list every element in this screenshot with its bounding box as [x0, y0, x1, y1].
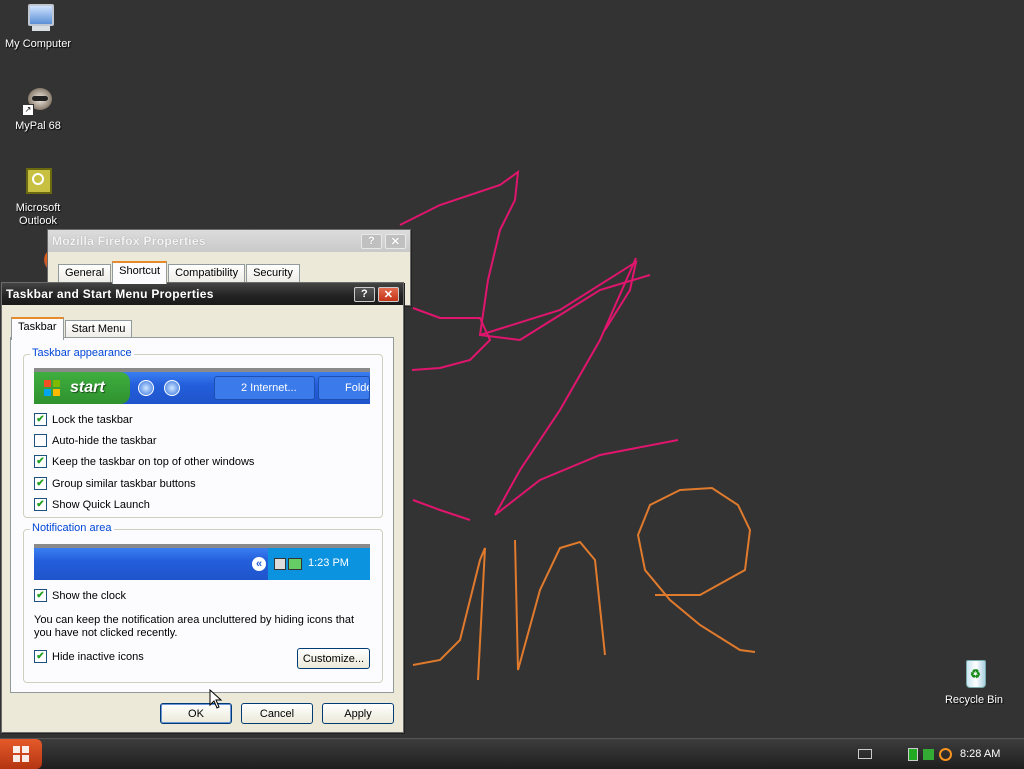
title-bar[interactable]: Mozilla Firefox Properties ? ✕ — [48, 230, 410, 252]
window-title: Taskbar and Start Menu Properties — [6, 287, 214, 301]
group-buttons-checkbox[interactable]: ✔ Group similar taskbar buttons — [34, 477, 196, 490]
checkbox-label: Group similar taskbar buttons — [52, 477, 196, 490]
desktop-icon-label: Recycle Bin — [944, 694, 1004, 706]
apply-button[interactable]: Apply — [322, 703, 394, 724]
search-icon[interactable] — [939, 747, 952, 761]
mouse-cursor-icon — [209, 689, 223, 709]
show-clock-checkbox[interactable]: ✔ Show the clock — [34, 589, 126, 602]
tab-shortcut[interactable]: Shortcut — [112, 261, 168, 284]
checkbox-label: Auto-hide the taskbar — [52, 434, 157, 447]
windows-logo-icon — [13, 746, 29, 762]
cancel-button[interactable]: Cancel — [241, 703, 313, 724]
keyboard-icon[interactable] — [858, 749, 872, 759]
checkbox[interactable]: ✔ — [34, 413, 47, 426]
hide-inactive-checkbox[interactable]: ✔ Hide inactive icons — [34, 650, 144, 663]
windows-logo-icon — [44, 380, 60, 396]
close-button[interactable]: ✕ — [385, 233, 406, 249]
checkbox-label: Keep the taskbar on top of other windows — [52, 455, 255, 468]
network-icon — [274, 558, 286, 570]
checkbox[interactable]: ✔ — [34, 650, 47, 663]
help-button[interactable]: ? — [361, 233, 382, 249]
checkbox-label: Hide inactive icons — [52, 650, 144, 663]
checkbox[interactable] — [34, 434, 47, 447]
desktop-icon-my-computer[interactable]: My Computer — [0, 2, 76, 51]
title-bar[interactable]: Taskbar and Start Menu Properties ? ✕ — [2, 283, 403, 305]
customize-button[interactable]: Customize... — [297, 648, 370, 669]
checkbox-label: Show the clock — [52, 589, 126, 602]
checkbox[interactable]: ✔ — [34, 477, 47, 490]
recycle-bin-icon: ♻ — [958, 658, 990, 690]
taskbar: 8:28 AM — [0, 738, 1024, 769]
preview-start-button: start — [34, 372, 130, 404]
preview-item-label: Folde — [345, 382, 370, 394]
close-button[interactable]: ✕ — [378, 286, 399, 302]
desktop-icon-label: Microsoft Outlook — [15, 202, 61, 227]
tab-compatibility[interactable]: Compatibility — [168, 264, 246, 283]
taskbar-properties-window: Taskbar and Start Menu Properties ? ✕ Ta… — [1, 282, 404, 733]
group-label: Taskbar appearance — [30, 347, 134, 359]
tab-panel: Taskbar appearance start 2 Internet... F… — [10, 337, 394, 693]
preview-taskbar-item: 2 Internet... — [214, 376, 315, 400]
checkbox-label: Lock the taskbar — [52, 413, 133, 426]
start-label: start — [70, 379, 105, 396]
notification-area-group: Notification area « 1:23 PM ✔ Show the c… — [23, 522, 383, 683]
taskbar-preview: start 2 Internet... Folde — [34, 368, 370, 404]
preview-clock: 1:23 PM — [308, 557, 349, 569]
taskbar-clock[interactable]: 8:28 AM — [960, 748, 1000, 760]
quick-launch-checkbox[interactable]: ✔ Show Quick Launch — [34, 498, 150, 511]
chevron-left-icon: « — [252, 557, 266, 571]
ie-icon — [138, 380, 154, 396]
network-icon[interactable] — [923, 748, 934, 760]
desktop-icon-outlook[interactable]: Microsoft Outlook — [0, 166, 76, 228]
group-label: Notification area — [30, 522, 114, 534]
tab-taskbar[interactable]: Taskbar — [11, 317, 64, 340]
checkbox[interactable]: ✔ — [34, 498, 47, 511]
status-icon[interactable] — [908, 747, 918, 761]
checkbox[interactable]: ✔ — [34, 455, 47, 468]
lock-taskbar-checkbox[interactable]: ✔ Lock the taskbar — [34, 413, 133, 426]
desktop-icon-mypal[interactable]: ↗ MyPal 68 — [0, 84, 76, 133]
desktop-icon-recycle-bin[interactable]: ♻ Recycle Bin — [936, 658, 1012, 707]
desktop-icon-label: My Computer — [4, 38, 72, 50]
checkbox[interactable]: ✔ — [34, 589, 47, 602]
start-button[interactable] — [0, 739, 42, 769]
tab-security[interactable]: Security — [246, 264, 300, 283]
printer-icon — [288, 558, 302, 570]
auto-hide-checkbox[interactable]: Auto-hide the taskbar — [34, 434, 157, 447]
window-title: Mozilla Firefox Properties — [52, 234, 206, 248]
keep-on-top-checkbox[interactable]: ✔ Keep the taskbar on top of other windo… — [34, 455, 254, 468]
desktop-icon-label: MyPal 68 — [15, 120, 61, 132]
computer-icon — [22, 2, 54, 34]
preview-item-label: 2 Internet... — [241, 382, 297, 394]
notification-preview: « 1:23 PM — [34, 544, 370, 580]
checkbox-label: Show Quick Launch — [52, 498, 150, 511]
notification-description: You can keep the notification area unclu… — [34, 614, 355, 639]
tab-general[interactable]: General — [58, 264, 112, 283]
mypal-raccoon-icon: ↗ — [22, 84, 54, 116]
ie-icon — [164, 380, 180, 396]
taskbar-appearance-group: Taskbar appearance start 2 Internet... F… — [23, 347, 383, 518]
help-button[interactable]: ? — [354, 286, 375, 302]
outlook-icon — [22, 166, 54, 198]
preview-taskbar-item: Folde — [318, 376, 370, 400]
